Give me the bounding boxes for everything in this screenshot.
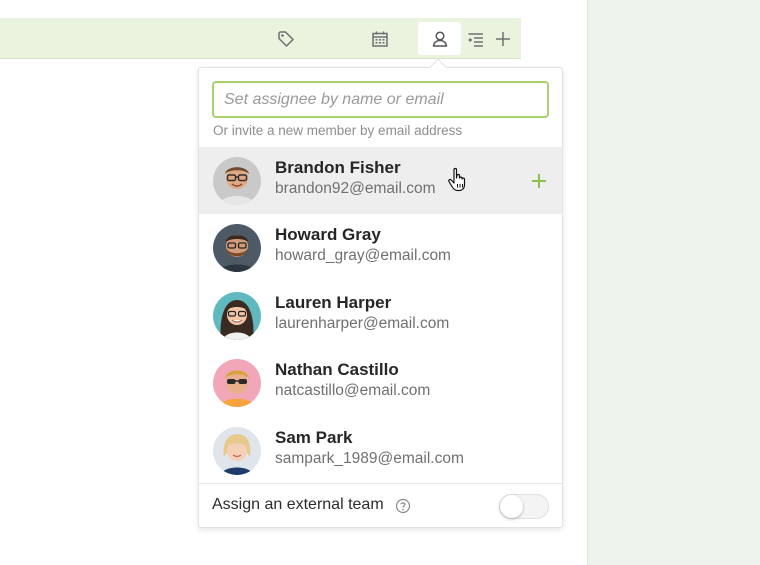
avatar — [213, 291, 261, 340]
member-email: brandon92@email.com — [275, 180, 436, 197]
member-name: Sam Park — [275, 427, 353, 447]
assignee-icon[interactable] — [418, 22, 461, 55]
checklist-icon[interactable] — [461, 22, 491, 55]
avatar — [213, 426, 261, 475]
member-row[interactable]: Howard Gray howard_gray@email.com — [199, 214, 562, 281]
member-name: Lauren Harper — [275, 292, 392, 312]
avatar — [213, 359, 261, 408]
toggle-knob[interactable] — [500, 495, 523, 518]
popover-caret — [429, 58, 447, 76]
invite-hint: Or invite a new member by email address — [213, 123, 463, 138]
member-name: Howard Gray — [275, 225, 381, 245]
tag-icon[interactable] — [271, 22, 301, 55]
member-list: Brandon Fisher brandon92@email.com Howar… — [199, 147, 562, 484]
member-row[interactable]: Lauren Harper laurenharper@email.com — [199, 282, 562, 349]
member-email: sampark_1989@email.com — [275, 449, 464, 467]
task-toolbar — [0, 18, 521, 59]
external-team-toggle[interactable] — [499, 494, 549, 519]
hand-cursor-icon — [448, 167, 466, 192]
add-member-icon[interactable] — [529, 171, 549, 191]
avatar — [213, 224, 261, 273]
member-row[interactable]: Sam Park sampark_1989@email.com — [199, 417, 562, 484]
member-email: natcastillo@email.com — [275, 382, 431, 400]
external-team-footer: Assign an external team — [199, 483, 562, 527]
member-name: Brandon Fisher — [275, 158, 401, 177]
avatar — [213, 157, 261, 205]
external-team-label: Assign an external team — [212, 496, 384, 513]
right-panel — [587, 0, 760, 565]
help-icon[interactable] — [395, 498, 411, 514]
member-name: Nathan Castillo — [275, 360, 399, 380]
add-icon[interactable] — [488, 22, 518, 55]
assignee-search-input[interactable] — [212, 81, 549, 118]
member-row[interactable]: Brandon Fisher brandon92@email.com — [199, 147, 562, 215]
member-email: howard_gray@email.com — [275, 247, 451, 265]
calendar-icon[interactable] — [365, 22, 395, 55]
member-email: laurenharper@email.com — [275, 314, 450, 332]
member-row[interactable]: Nathan Castillo natcastillo@email.com — [199, 349, 562, 416]
assignee-popover: Or invite a new member by email address … — [198, 58, 563, 528]
